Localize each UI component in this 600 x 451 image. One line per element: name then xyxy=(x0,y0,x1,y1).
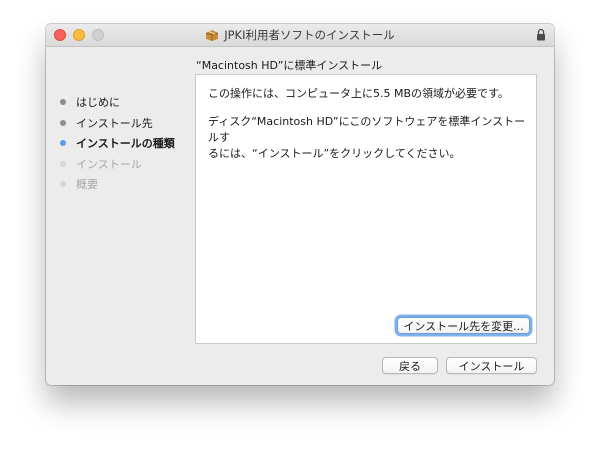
step-status-dot xyxy=(60,181,66,188)
step-introduction: はじめに xyxy=(60,92,200,113)
step-label: はじめに xyxy=(76,96,120,110)
install-instructions-line-2: るには、“インストール”をクリックしてください。 xyxy=(208,147,461,160)
step-summary: 概要 xyxy=(60,174,200,195)
step-label: インストール xyxy=(76,157,142,171)
panel-heading: “Macintosh HD”に標準インストール xyxy=(196,59,383,72)
install-instructions: ディスク“Macintosh HD”にこのソフトウェアを標準インストールす るに… xyxy=(208,114,528,162)
step-status-dot xyxy=(60,160,66,167)
back-button[interactable]: 戻る xyxy=(382,357,438,374)
step-label: インストールの種類 xyxy=(76,137,175,151)
step-label: 概要 xyxy=(76,178,98,192)
lock-icon xyxy=(537,28,545,41)
content-panel: この操作には、コンピュータ上に5.5 MBの領域が必要です。 ディスク“Maci… xyxy=(195,74,537,344)
step-installation-type: インストールの種類 xyxy=(60,133,200,154)
installer-window: JPKI利用者ソフトのインストール はじめに インストール先 インストールの種類… xyxy=(46,24,554,385)
package-icon xyxy=(206,30,219,41)
change-install-location-button[interactable]: インストール先を変更... xyxy=(397,317,530,334)
install-button[interactable]: インストール xyxy=(446,357,537,374)
install-instructions-line-1: ディスク“Macintosh HD”にこのソフトウェアを標準インストールす xyxy=(208,115,526,144)
disk-space-text: この操作には、コンピュータ上に5.5 MBの領域が必要です。 xyxy=(208,87,509,100)
window-title: JPKI利用者ソフトのインストール xyxy=(224,28,395,42)
step-destination: インストール先 xyxy=(60,113,200,134)
step-status-dot xyxy=(60,140,66,147)
step-label: インストール先 xyxy=(76,116,153,130)
step-installation: インストール xyxy=(60,154,200,175)
step-status-dot xyxy=(60,119,66,126)
step-status-dot xyxy=(60,99,66,106)
window-title-group: JPKI利用者ソフトのインストール xyxy=(46,24,554,46)
title-bar[interactable]: JPKI利用者ソフトのインストール xyxy=(46,24,554,47)
steps-sidebar: はじめに インストール先 インストールの種類 インストール 概要 xyxy=(60,92,200,195)
